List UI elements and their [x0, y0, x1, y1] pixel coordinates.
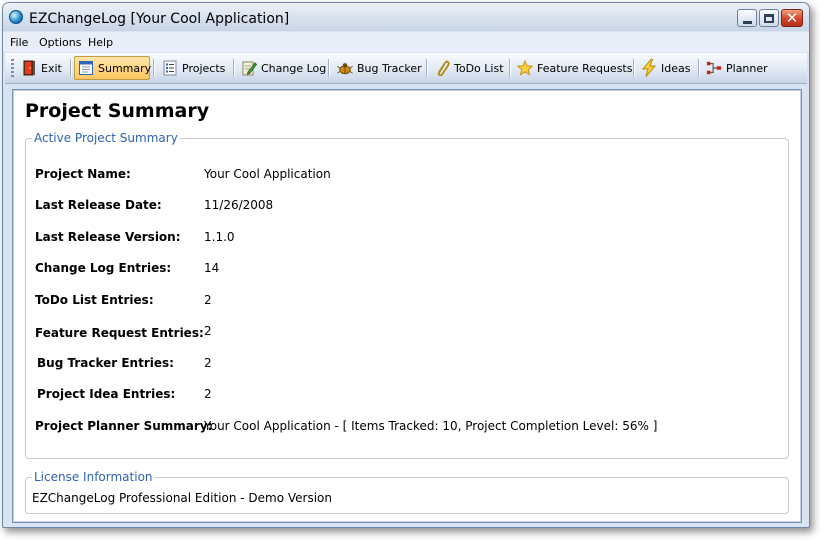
bug-tracker-label: Bug Tracker: [357, 61, 422, 75]
last-release-date-value: 11/26/2008: [204, 198, 274, 212]
bug-tracker-entries-label: Bug Tracker Entries:: [37, 356, 174, 370]
bug-tracker-button[interactable]: Bug Tracker: [333, 56, 426, 80]
summary-row: Project Planner Summary:: [35, 419, 212, 433]
toolbar-separator: [328, 59, 330, 77]
ideas-label: Ideas: [661, 61, 691, 75]
window-title: EZChangeLog [Your Cool Application]: [29, 11, 290, 27]
maximize-button[interactable]: [759, 9, 779, 27]
feature-requests-label: Feature Requests: [537, 61, 633, 75]
feature-request-entries-label: Feature Request Entries:: [35, 326, 204, 340]
summary-row: Feature Request Entries:: [35, 326, 204, 340]
summary-row: Last Release Date:: [35, 198, 162, 212]
content-panel: Project Summary Active Project Summary P…: [12, 89, 802, 523]
app-window: EZChangeLog [Your Cool Application] ✕ Fi…: [2, 2, 810, 528]
last-release-version-value: 1.1.0: [204, 230, 235, 244]
summary-label: Summary: [98, 61, 152, 75]
change-log-button[interactable]: Change Log: [237, 56, 330, 80]
summary-button[interactable]: Summary: [74, 56, 152, 80]
license-text: EZChangeLog Professional Edition - Demo …: [32, 491, 332, 505]
toolbar-separator: [509, 59, 511, 77]
project-name-value: Your Cool Application: [204, 167, 331, 181]
paperclip-icon: [434, 60, 450, 76]
planner-flow-icon: [706, 60, 722, 76]
summary-row: Last Release Version:: [35, 230, 181, 244]
todo-list-button[interactable]: ToDo List: [430, 56, 508, 80]
app-logo-icon: [9, 10, 23, 24]
exit-button[interactable]: Exit: [17, 56, 66, 80]
toolbar-separator: [633, 59, 635, 77]
menu-options[interactable]: Options: [39, 36, 81, 49]
active-project-summary-legend: Active Project Summary: [32, 131, 180, 145]
todo-list-entries-value: 2: [204, 293, 212, 307]
menu-file[interactable]: File: [10, 36, 28, 49]
toolbar-grip-handle[interactable]: [11, 59, 14, 77]
summary-icon: [78, 60, 94, 76]
bug-icon: [337, 60, 353, 76]
toolbar-separator: [426, 59, 428, 77]
license-information-group: License Information EZChangeLog Professi…: [25, 470, 789, 514]
summary-row: Project Idea Entries:: [37, 387, 175, 401]
ideas-button[interactable]: Ideas: [637, 56, 694, 80]
summary-row: Project Name:: [35, 167, 131, 181]
minimize-button[interactable]: [737, 9, 757, 27]
active-project-summary-group: Active Project Summary Project Name: You…: [25, 131, 789, 459]
toolbar: Exit Summary Projects Change Log Bug Tra…: [5, 53, 807, 84]
lightning-icon: [641, 59, 657, 77]
maximize-icon: [764, 13, 774, 23]
exit-door-icon: [21, 60, 37, 76]
planner-label: Planner: [726, 61, 768, 75]
project-planner-summary-label: Project Planner Summary:: [35, 419, 213, 433]
star-icon: [517, 59, 533, 76]
summary-row: Bug Tracker Entries:: [37, 356, 174, 370]
todo-list-entries-label: ToDo List Entries:: [35, 293, 154, 307]
menu-bar: File Options Help: [3, 32, 809, 52]
project-planner-summary-value: Your Cool Application - [ Items Tracked:…: [204, 419, 658, 433]
feature-requests-button[interactable]: Feature Requests: [513, 56, 636, 80]
exit-label: Exit: [41, 61, 62, 75]
change-log-entries-value: 14: [204, 261, 220, 275]
bug-tracker-entries-value: 2: [204, 356, 212, 370]
projects-button[interactable]: Projects: [158, 56, 229, 80]
page-title: Project Summary: [25, 100, 210, 122]
project-idea-entries-value: 2: [204, 387, 212, 401]
close-icon: ✕: [785, 8, 799, 27]
feature-request-entries-value: 2: [204, 324, 212, 338]
toolbar-separator: [153, 59, 155, 77]
summary-row: Change Log Entries:: [35, 261, 171, 275]
toolbar-separator: [233, 59, 235, 77]
notepad-pencil-icon: [241, 60, 257, 76]
project-idea-entries-label: Project Idea Entries:: [37, 387, 176, 401]
projects-label: Projects: [182, 61, 226, 75]
planner-button[interactable]: Planner: [702, 56, 772, 80]
change-log-label: Change Log: [261, 61, 327, 75]
close-button[interactable]: ✕: [781, 9, 803, 27]
last-release-version-label: Last Release Version:: [35, 230, 181, 244]
minimize-icon: [742, 20, 752, 24]
last-release-date-label: Last Release Date:: [35, 198, 162, 212]
change-log-entries-label: Change Log Entries:: [35, 261, 172, 275]
projects-list-icon: [162, 60, 178, 76]
summary-row: ToDo List Entries:: [35, 293, 154, 307]
todo-list-label: ToDo List: [454, 61, 504, 75]
project-name-label: Project Name:: [35, 167, 131, 181]
toolbar-separator: [70, 59, 72, 77]
toolbar-separator: [698, 59, 700, 77]
title-bar[interactable]: EZChangeLog [Your Cool Application] ✕: [3, 3, 809, 31]
license-information-legend: License Information: [32, 470, 155, 484]
menu-help[interactable]: Help: [88, 36, 113, 49]
